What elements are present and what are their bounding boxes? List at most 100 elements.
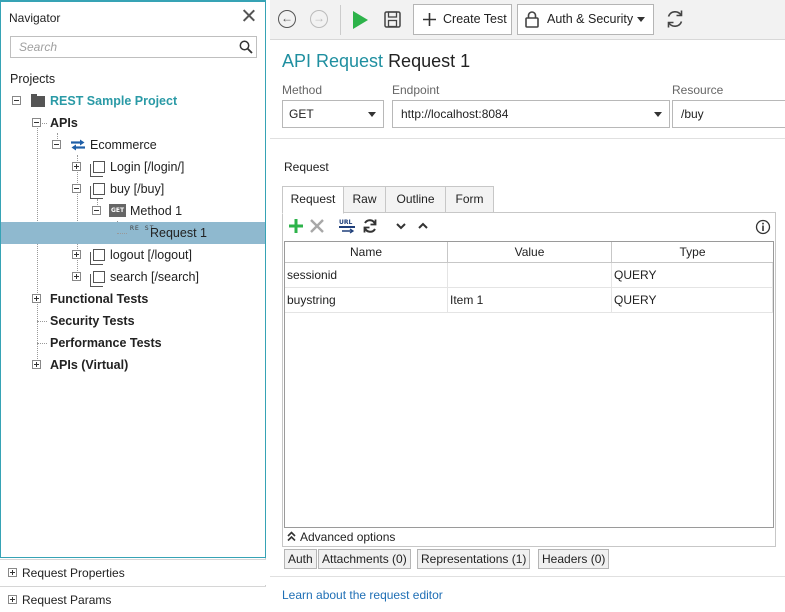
endpoint-value: http://localhost:8084 [401,107,509,121]
collapse-toggle-icon[interactable] [92,206,101,215]
tree-item-apis-virtual[interactable]: APIs (Virtual) [1,354,265,376]
chevron-down-icon [368,112,376,117]
save-icon[interactable] [384,11,401,28]
tree-item-functional-tests[interactable]: Functional Tests [1,288,265,310]
tree-item-logout[interactable]: logout [/logout] [1,244,265,266]
resource-icon [90,271,105,287]
param-value-cell[interactable]: Item 1 [448,288,612,313]
expand-toggle-icon[interactable] [72,162,81,171]
request-properties-panel[interactable]: Request Properties [0,559,266,585]
bottom-tab-representations[interactable]: Representations (1) [417,549,531,569]
navigator-title: Navigator [9,11,61,25]
page-title-name: Request 1 [388,51,471,71]
folder-icon [31,94,45,107]
param-value-cell[interactable] [448,263,612,288]
method-label: Method [282,83,323,97]
forward-button[interactable]: → [310,10,328,28]
request-section-label: Request [284,160,329,174]
collapse-toggle-icon[interactable] [32,118,41,127]
tree-item-method[interactable]: GET Method 1 [1,200,265,222]
delete-param-icon[interactable] [309,218,325,234]
tree-item-request[interactable]: RE ST Request 1 [1,222,265,244]
tab-outline[interactable]: Outline [385,186,446,213]
forward-arrow-icon: → [313,11,325,25]
param-name-cell[interactable]: sessionid [285,263,448,288]
request-params-panel[interactable]: Request Params [0,586,266,612]
resource-label: Resource [672,83,724,97]
search-input[interactable] [11,37,231,57]
navigator-panel: Navigator Projects REST Sample Project A… [0,0,266,612]
expand-toggle-icon[interactable] [32,294,41,303]
rest-request-icon: RE ST [130,224,155,232]
back-button[interactable]: ← [278,10,296,28]
tree-item-label: logout [/logout] [110,248,193,262]
tree-item-label: REST Sample Project [50,94,178,108]
play-icon[interactable] [352,11,369,29]
tree-item-ecommerce[interactable]: Ecommerce [1,134,265,156]
method-select[interactable]: GET [282,100,384,128]
resource-icon [90,161,105,177]
search-icon[interactable] [239,40,253,54]
tree-item-login[interactable]: Login [/login/] [1,156,265,178]
api-exchange-icon [71,139,85,151]
tree-item-search[interactable]: search [/search] [1,266,265,288]
panel-label: Request Params [22,593,112,607]
tree-connector [37,343,47,344]
tree-item-performance-tests[interactable]: Performance Tests [1,332,265,354]
add-param-icon[interactable] [288,218,304,234]
tab-raw[interactable]: Raw [343,186,386,213]
tree-item-label: Request 1 [150,226,207,240]
sync-icon[interactable] [362,218,378,234]
param-name-cell[interactable]: buystring [285,288,448,313]
bottom-tab-headers[interactable]: Headers (0) [538,549,610,569]
tree-item-buy[interactable]: buy [/buy] [1,178,265,200]
params-editor: URL Name Value Type sessionid QUERY buys… [282,212,776,547]
resource-input[interactable]: /buy [672,100,785,128]
collapse-toggle-icon[interactable] [52,140,61,149]
column-header-name[interactable]: Name [285,242,448,263]
bottom-tab-attachments[interactable]: Attachments (0) [318,549,411,569]
tree-item-label: Performance Tests [50,336,162,350]
resource-icon [90,183,105,199]
expand-toggle-icon[interactable] [8,595,17,604]
endpoint-label: Endpoint [392,83,440,97]
navigator-search-box[interactable] [10,36,257,58]
expand-toggle-icon[interactable] [72,272,81,281]
resource-icon [90,249,105,265]
auth-security-button[interactable]: Auth & Security [517,4,654,35]
page-title-prefix: API Request [282,51,384,71]
url-encode-icon[interactable]: URL [338,218,356,234]
svg-text:URL: URL [339,219,352,226]
plus-icon [423,13,436,26]
expand-toggle-icon[interactable] [8,568,17,577]
tree-item-label: Security Tests [50,314,135,328]
refresh-icon[interactable] [665,9,685,29]
tab-request[interactable]: Request [282,186,344,214]
tree-item-label: APIs (Virtual) [50,358,129,372]
tab-form[interactable]: Form [445,186,494,213]
close-icon[interactable] [241,8,257,24]
section-divider [270,576,785,577]
section-divider [270,138,785,139]
endpoint-select[interactable]: http://localhost:8084 [392,100,670,128]
tree-item-project[interactable]: REST Sample Project [1,90,265,112]
advanced-options-toggle[interactable]: Advanced options [284,528,774,546]
tree-item-apis[interactable]: APIs [1,112,265,134]
bottom-tab-auth[interactable]: Auth [284,549,317,569]
collapse-toggle-icon[interactable] [12,96,21,105]
move-down-icon[interactable] [395,218,407,234]
param-type-cell[interactable]: QUERY [612,263,773,288]
learn-request-editor-link[interactable]: Learn about the request editor [282,588,443,602]
collapse-toggle-icon[interactable] [72,184,81,193]
move-up-icon[interactable] [417,218,429,234]
column-header-type[interactable]: Type [612,242,773,263]
expand-toggle-icon[interactable] [32,360,41,369]
info-icon[interactable] [755,219,771,235]
tree-item-security-tests[interactable]: Security Tests [1,310,265,332]
create-test-button[interactable]: Create Test [413,4,512,35]
param-type-cell[interactable]: QUERY [612,288,773,313]
expand-toggle-icon[interactable] [72,250,81,259]
toolbar-separator [340,5,341,35]
column-header-value[interactable]: Value [448,242,612,263]
tree-item-label: Method 1 [130,204,183,218]
